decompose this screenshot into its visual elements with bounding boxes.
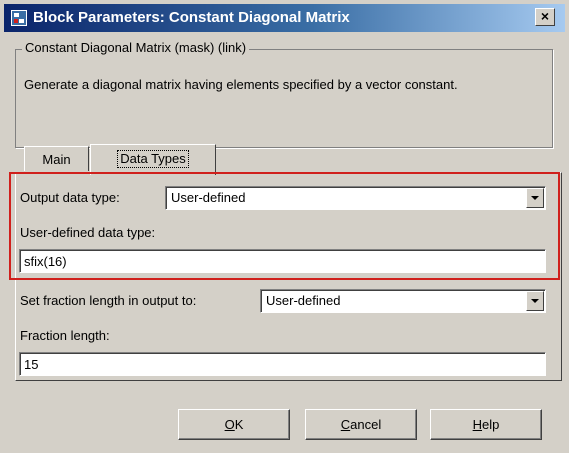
set-fraction-length-dropdown[interactable]: User-defined (260, 289, 546, 313)
mask-description-group (15, 49, 553, 148)
ok-button[interactable]: OK (178, 409, 290, 440)
simulink-block-icon (11, 10, 27, 26)
chevron-down-icon[interactable] (526, 291, 544, 311)
output-data-type-value: User-defined (171, 190, 246, 205)
help-button[interactable]: Help (430, 409, 542, 440)
chevron-down-icon[interactable] (526, 188, 544, 208)
tab-main-label: Main (42, 152, 71, 167)
cancel-mnemonic: C (340, 417, 351, 432)
fraction-length-field[interactable] (19, 352, 546, 376)
help-mnemonic: H (472, 417, 483, 432)
tab-main[interactable]: Main (24, 146, 89, 171)
window-title: Block Parameters: Constant Diagonal Matr… (33, 9, 350, 26)
cancel-label-rest: ancel (350, 417, 382, 432)
group-legend: Constant Diagonal Matrix (mask) (link) (22, 40, 250, 55)
output-data-type-label: Output data type: (20, 190, 120, 205)
set-fraction-length-value: User-defined (266, 293, 341, 308)
block-parameters-dialog: Block Parameters: Constant Diagonal Matr… (0, 0, 569, 453)
cancel-button[interactable]: Cancel (305, 409, 417, 440)
tab-data-types-label: Data Types (117, 150, 189, 168)
tab-data-types[interactable]: Data Types (90, 144, 216, 175)
help-label-rest: elp (482, 417, 500, 432)
block-description: Generate a diagonal matrix having elemen… (24, 77, 458, 92)
fraction-length-label: Fraction length: (20, 328, 110, 343)
ok-mnemonic: O (224, 417, 235, 432)
output-data-type-dropdown[interactable]: User-defined (165, 186, 546, 210)
ok-label-rest: K (234, 417, 244, 432)
user-defined-data-type-field[interactable] (19, 249, 546, 273)
title-bar[interactable]: Block Parameters: Constant Diagonal Matr… (4, 4, 565, 32)
user-defined-data-type-label: User-defined data type: (20, 225, 156, 240)
set-fraction-length-label: Set fraction length in output to: (20, 293, 197, 308)
close-icon[interactable]: × (535, 8, 555, 26)
